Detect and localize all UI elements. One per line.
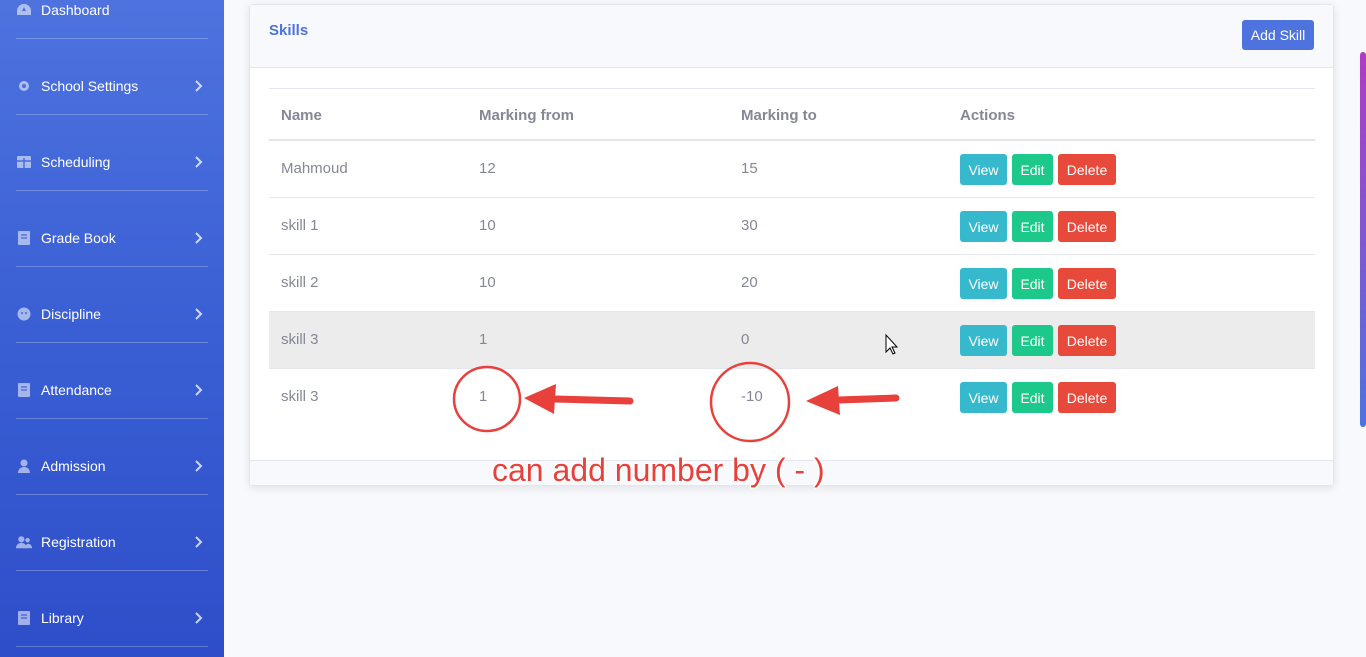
- sidebar-item-dashboard[interactable]: Dashboard: [16, 0, 208, 48]
- edit-button[interactable]: Edit: [1012, 268, 1053, 299]
- delete-button[interactable]: Delete: [1058, 268, 1116, 299]
- card-title: Skills: [269, 22, 309, 39]
- sidebar-item-attendance[interactable]: Attendance: [16, 352, 208, 428]
- chevron-right-icon: [195, 308, 203, 320]
- users-icon: [16, 534, 32, 550]
- sidebar-item-registration[interactable]: Registration: [16, 504, 208, 580]
- view-button[interactable]: View: [960, 211, 1007, 242]
- scrollbar-thumb[interactable]: [1360, 52, 1366, 427]
- sidebar-item-admission[interactable]: Admission: [16, 428, 208, 504]
- skills-table: Name Marking from Marking to Actions Mah…: [269, 88, 1315, 426]
- cell-marking-to: 15: [741, 160, 758, 177]
- delete-button[interactable]: Delete: [1058, 325, 1116, 356]
- delete-button[interactable]: Delete: [1058, 211, 1116, 242]
- sidebar: Dashboard School Settings Scheduling Gra…: [0, 0, 224, 657]
- chevron-right-icon: [195, 80, 203, 92]
- table-row: skill 2 10 20 View Edit Delete: [269, 255, 1315, 312]
- edit-button[interactable]: Edit: [1012, 211, 1053, 242]
- add-skill-button[interactable]: Add Skill: [1242, 20, 1314, 50]
- cell-marking-from: 1: [479, 331, 488, 348]
- edit-button[interactable]: Edit: [1012, 154, 1053, 185]
- row-actions: View Edit Delete: [960, 154, 1116, 185]
- cell-marking-to: -10: [741, 388, 763, 405]
- sidebar-item-label: Grade Book: [41, 230, 116, 246]
- table-header: Name Marking from Marking to Actions: [269, 88, 1315, 141]
- sidebar-item-label: Library: [41, 610, 84, 626]
- table-row: skill 3 1 -10 View Edit Delete: [269, 369, 1315, 426]
- sidebar-divider: [16, 114, 208, 115]
- card-header: Skills Add Skill: [250, 5, 1333, 68]
- sidebar-item-grade-book[interactable]: Grade Book: [16, 200, 208, 276]
- annotation-text: can add number by ( - ): [492, 452, 825, 488]
- sidebar-divider: [16, 646, 208, 647]
- chevron-right-icon: [195, 156, 203, 168]
- chevron-right-icon: [195, 612, 203, 624]
- view-button[interactable]: View: [960, 382, 1007, 413]
- sidebar-divider: [16, 418, 208, 419]
- column-header-actions: Actions: [960, 107, 1016, 124]
- sidebar-item-label: Dashboard: [41, 2, 110, 18]
- cell-marking-from: 10: [479, 274, 496, 291]
- row-actions: View Edit Delete: [960, 268, 1116, 299]
- dashboard-icon: [16, 2, 32, 18]
- cell-name: skill 1: [281, 217, 319, 234]
- edit-button[interactable]: Edit: [1012, 382, 1053, 413]
- sidebar-divider: [16, 38, 208, 39]
- sidebar-item-label: Admission: [41, 458, 106, 474]
- sidebar-item-school-settings[interactable]: School Settings: [16, 48, 208, 124]
- cell-marking-from: 1: [479, 388, 488, 405]
- cell-name: skill 3: [281, 331, 319, 348]
- sidebar-divider: [16, 266, 208, 267]
- sidebar-item-library[interactable]: Library: [16, 580, 208, 656]
- sidebar-divider: [16, 494, 208, 495]
- table-row: Mahmoud 12 15 View Edit Delete: [269, 141, 1315, 198]
- cell-name: skill 3: [281, 388, 319, 405]
- cell-name: Mahmoud: [281, 160, 348, 177]
- view-button[interactable]: View: [960, 154, 1007, 185]
- cell-marking-from: 12: [479, 160, 496, 177]
- table-row: skill 3 1 0 View Edit Delete: [269, 312, 1315, 369]
- delete-button[interactable]: Delete: [1058, 154, 1116, 185]
- sidebar-item-label: Scheduling: [41, 154, 111, 170]
- view-button[interactable]: View: [960, 268, 1007, 299]
- book-icon: [16, 382, 32, 398]
- column-header-name[interactable]: Name: [281, 107, 322, 124]
- cell-marking-to: 30: [741, 217, 758, 234]
- gear-icon: [16, 78, 32, 94]
- skills-card: Skills Add Skill Name Marking from Marki…: [249, 4, 1334, 486]
- cell-marking-to: 0: [741, 331, 750, 348]
- face-icon: [16, 306, 32, 322]
- chevron-right-icon: [195, 536, 203, 548]
- column-header-marking-to[interactable]: Marking to: [741, 107, 817, 124]
- view-button[interactable]: View: [960, 325, 1007, 356]
- table-icon: [16, 154, 32, 170]
- user-icon: [16, 458, 32, 474]
- sidebar-item-label: Registration: [41, 534, 116, 550]
- sidebar-item-label: Discipline: [41, 306, 101, 322]
- sidebar-divider: [16, 570, 208, 571]
- book-icon: [16, 230, 32, 246]
- cell-marking-to: 20: [741, 274, 758, 291]
- sidebar-item-label: Attendance: [41, 382, 112, 398]
- row-actions: View Edit Delete: [960, 382, 1116, 413]
- sidebar-item-label: School Settings: [41, 78, 139, 94]
- table-row: skill 1 10 30 View Edit Delete: [269, 198, 1315, 255]
- sidebar-divider: [16, 190, 208, 191]
- row-actions: View Edit Delete: [960, 211, 1116, 242]
- sidebar-divider: [16, 342, 208, 343]
- cell-marking-from: 10: [479, 217, 496, 234]
- sidebar-item-scheduling[interactable]: Scheduling: [16, 124, 208, 200]
- cell-name: skill 2: [281, 274, 319, 291]
- edit-button[interactable]: Edit: [1012, 325, 1053, 356]
- delete-button[interactable]: Delete: [1058, 382, 1116, 413]
- chevron-right-icon: [195, 460, 203, 472]
- book-icon: [16, 610, 32, 626]
- chevron-right-icon: [195, 232, 203, 244]
- row-actions: View Edit Delete: [960, 325, 1116, 356]
- sidebar-item-discipline[interactable]: Discipline: [16, 276, 208, 352]
- chevron-right-icon: [195, 384, 203, 396]
- column-header-marking-from[interactable]: Marking from: [479, 107, 574, 124]
